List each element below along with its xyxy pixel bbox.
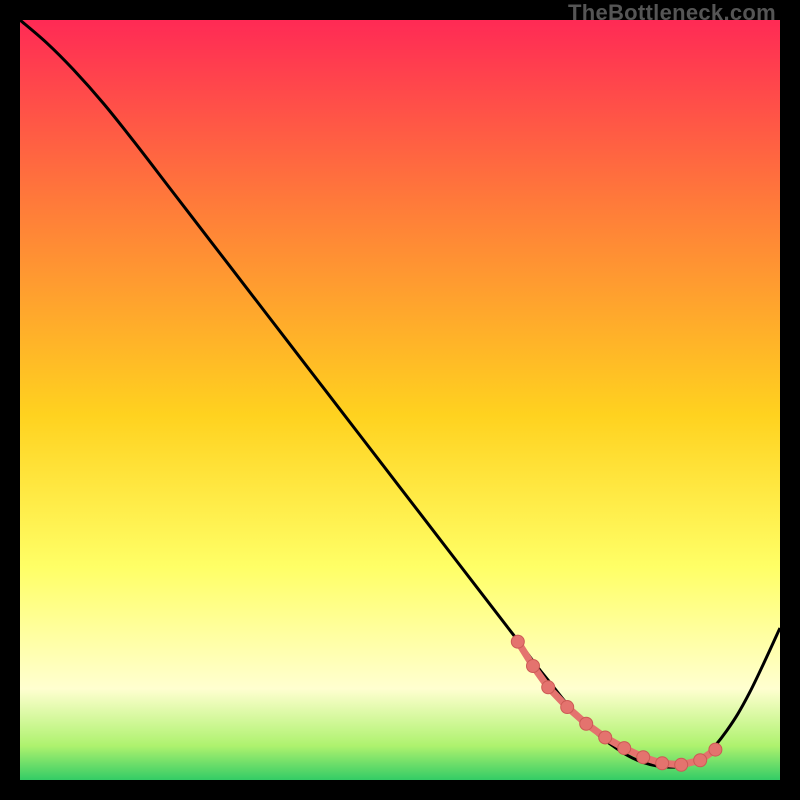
marker-dot <box>542 681 555 694</box>
marker-dot <box>561 701 574 714</box>
chart-svg <box>20 20 780 780</box>
marker-dot <box>694 754 707 767</box>
watermark-text: TheBottleneck.com <box>568 0 776 26</box>
marker-dot <box>599 731 612 744</box>
marker-dot <box>656 757 669 770</box>
marker-dot <box>675 758 688 771</box>
marker-dot <box>580 717 593 730</box>
marker-dot <box>511 635 524 648</box>
marker-dot <box>709 743 722 756</box>
marker-dot <box>618 742 631 755</box>
gradient-bg <box>20 20 780 780</box>
marker-dot <box>527 660 540 673</box>
marker-dot <box>637 751 650 764</box>
